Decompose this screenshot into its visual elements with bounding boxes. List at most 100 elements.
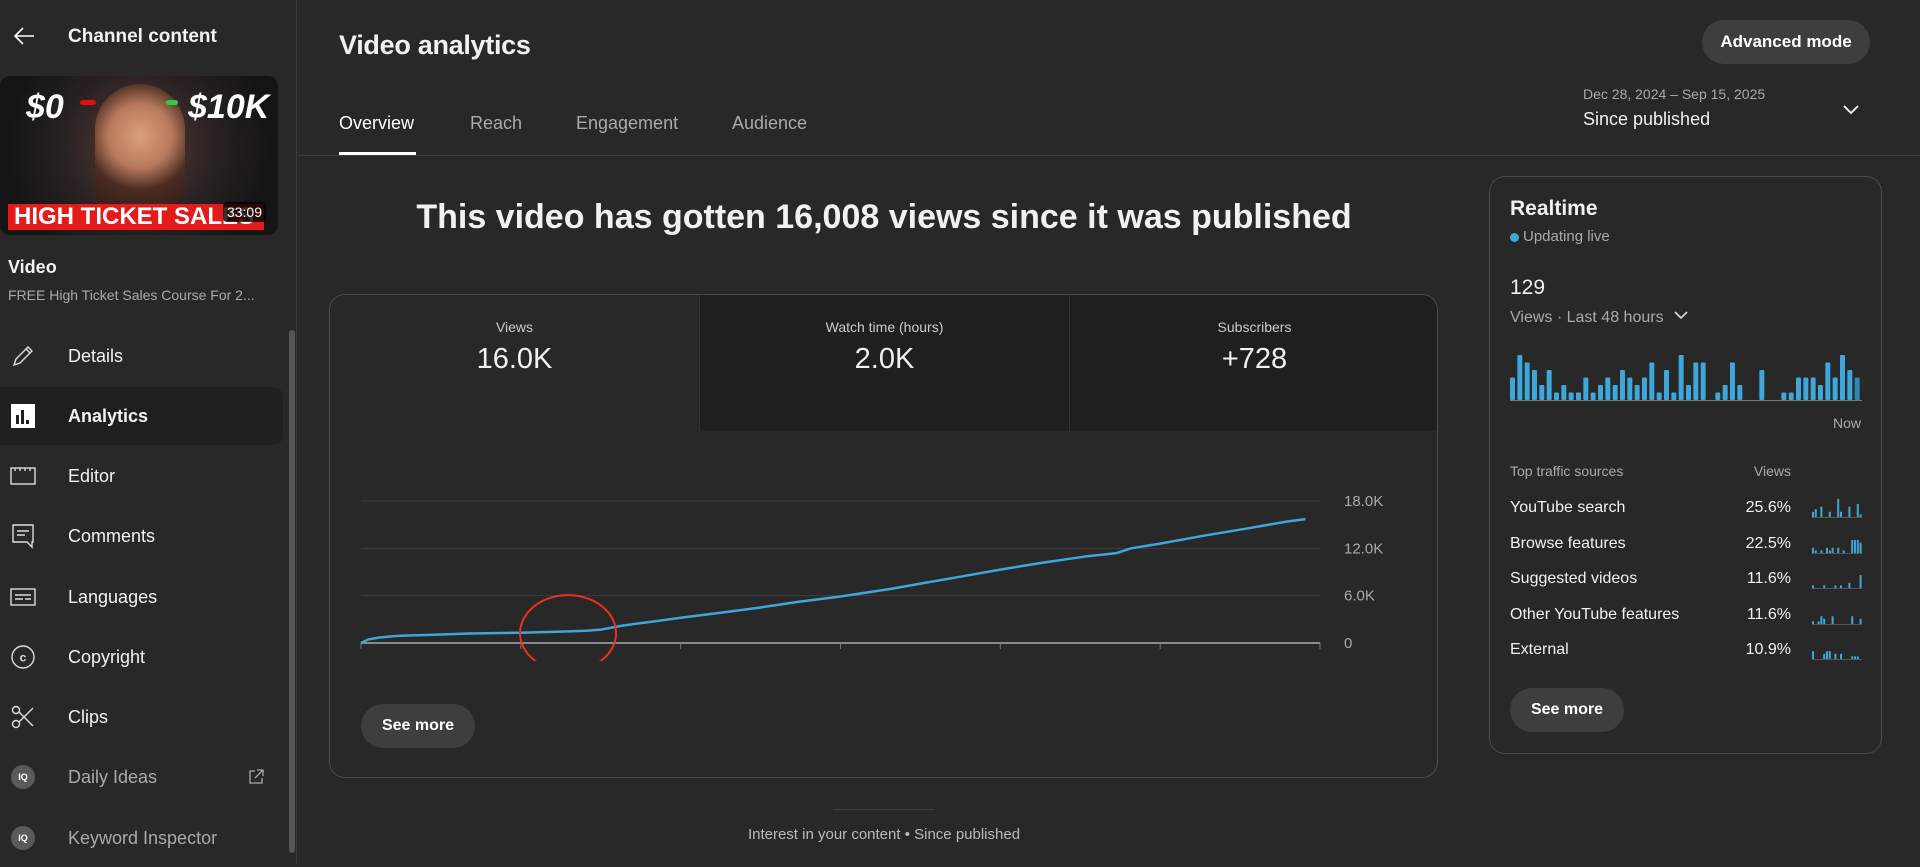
realtime-bar: [1546, 370, 1552, 400]
sparkline-bar: [1828, 651, 1831, 659]
realtime-bar: [1854, 377, 1860, 400]
traffic-source-name: Browse features: [1510, 534, 1626, 552]
traffic-source-percent: 22.5%: [1745, 534, 1791, 552]
annotation-circle: [519, 594, 618, 661]
traffic-source-name: External: [1510, 641, 1569, 658]
realtime-bar: [1612, 385, 1618, 400]
realtime-bar: [1605, 377, 1611, 400]
tab-reach[interactable]: Reach: [470, 113, 522, 134]
scissors-icon: [11, 705, 34, 729]
live-dot-icon: [1510, 233, 1519, 242]
traffic-source-name: Suggested videos: [1510, 570, 1638, 587]
sidebar-item-clips[interactable]: Clips: [0, 688, 283, 746]
sidebar-item-keyword-inspector[interactable]: IQ Keyword Inspector: [0, 809, 283, 867]
sidebar-item-label: Editor: [68, 465, 116, 486]
see-more-button[interactable]: See more: [361, 704, 475, 748]
tab-audience[interactable]: Audience: [732, 113, 807, 134]
sparkline-bar: [1840, 511, 1842, 517]
back-arrow-icon[interactable]: [10, 22, 38, 50]
sidebar-item-comments[interactable]: Comments: [0, 507, 283, 565]
realtime-bar: [1568, 392, 1574, 400]
traffic-source-name: YouTube search: [1510, 499, 1626, 516]
x-tick-label: 176: [988, 659, 1013, 661]
tab-engagement[interactable]: Engagement: [576, 113, 678, 134]
thumbnail-green-dash: [166, 100, 178, 105]
metric-tab-views[interactable]: Views 16.0K: [330, 295, 700, 431]
realtime-bar: [1598, 385, 1603, 400]
realtime-bar: [1693, 362, 1699, 400]
realtime-bar: [1583, 377, 1589, 400]
sidebar-item-daily-ideas[interactable]: IQ Daily Ideas: [0, 748, 283, 806]
sparkline-bar: [1831, 547, 1834, 553]
x-tick-label: 88: [672, 659, 689, 661]
analytics-icon: [11, 404, 35, 428]
video-thumbnail[interactable]: $0 $10K HIGH TICKET SALES 33:09: [0, 76, 278, 235]
pencil-icon: [12, 346, 33, 367]
realtime-bar: [1554, 392, 1559, 400]
x-tick-label: 132: [828, 659, 853, 661]
realtime-bar: [1678, 355, 1684, 400]
y-tick-label: 18.0K: [1344, 493, 1383, 510]
sidebar-item-analytics[interactable]: Analytics: [0, 387, 283, 445]
realtime-period-selector[interactable]: Views · Last 48 hours: [1510, 308, 1690, 327]
traffic-source-percent: 11.6%: [1746, 570, 1791, 587]
sparkline-bar: [1812, 585, 1814, 588]
metric-label: Views: [495, 319, 534, 335]
chevron-down-icon: [1674, 311, 1688, 320]
sparkline-bar: [1842, 549, 1845, 553]
sparkline-bar: [1831, 615, 1834, 624]
sparkline-bar: [1840, 585, 1842, 588]
views-series-line: [360, 517, 1306, 645]
realtime-period: Views · Last 48 hours: [1510, 309, 1664, 326]
realtime-bar: [1700, 362, 1706, 400]
metric-label: Subscribers: [1217, 319, 1292, 335]
sidebar-item-languages[interactable]: Languages: [0, 568, 283, 626]
video-label: Video: [8, 257, 57, 277]
thumbnail-text-right: $10K: [188, 88, 270, 126]
sparkline-bar: [1820, 615, 1823, 624]
realtime-bar: [1517, 355, 1523, 400]
sparkline-bar: [1812, 651, 1814, 659]
realtime-bar: [1664, 370, 1669, 400]
sparkline-bar: [1814, 509, 1817, 517]
tab-overview[interactable]: Overview: [339, 113, 414, 134]
sparkline-bar: [1826, 651, 1828, 659]
sparkline-bar: [1859, 542, 1862, 553]
thumbnail-red-dash: [80, 100, 96, 105]
metric-tab-subscribers[interactable]: Subscribers +728: [1070, 295, 1437, 431]
realtime-bar: [1510, 377, 1515, 400]
realtime-bar: [1832, 377, 1838, 400]
sparkline-bar: [1817, 620, 1820, 624]
metric-tab-watch-time[interactable]: Watch time (hours) 2.0K: [700, 295, 1070, 431]
traffic-source-name: Other YouTube features: [1510, 605, 1680, 623]
sparkline-bar: [1854, 539, 1856, 553]
sidebar-scrollbar[interactable]: [289, 330, 295, 853]
realtime-bar: [1590, 392, 1596, 400]
sidebar-item-label: Details: [68, 345, 124, 366]
sparkline-bar: [1837, 547, 1840, 553]
sidebar-item-copyright[interactable]: c Copyright: [0, 628, 283, 686]
chevron-down-icon[interactable]: [1840, 98, 1862, 120]
date-range[interactable]: Dec 28, 2024 – Sep 15, 2025: [1583, 86, 1765, 102]
page-title: Video analytics: [339, 30, 531, 60]
metric-value: 16.0K: [476, 343, 553, 375]
sparkline-bar: [1856, 504, 1859, 517]
realtime-see-more-button[interactable]: See more: [1510, 688, 1624, 732]
sidebar-item-details[interactable]: Details: [0, 327, 283, 385]
x-tick-label: 0: [361, 659, 369, 661]
sidebar-item-label: Analytics: [68, 405, 149, 426]
traffic-source-sparkline: [1812, 615, 1862, 625]
views-line-chart: 0 6.0K 12.0K 18.0K 0 44 88 132 176 220 264 days: [360, 493, 1383, 661]
advanced-mode-button[interactable]: Advanced mode: [1702, 20, 1870, 64]
realtime-count: 129: [1510, 276, 1546, 299]
video-title[interactable]: FREE High Ticket Sales Course For 2...: [8, 287, 278, 303]
sparkline-bar: [1840, 653, 1842, 659]
realtime-bar: [1788, 392, 1794, 400]
sparkline-bar: [1859, 618, 1862, 624]
sparkline-bar: [1837, 498, 1840, 517]
realtime-bar: [1634, 385, 1640, 400]
traffic-source-sparkline: [1812, 651, 1862, 660]
sidebar-item-editor[interactable]: Editor: [0, 447, 283, 505]
sidebar-item-label: Keyword Inspector: [68, 827, 218, 848]
period-selector[interactable]: Since published: [1583, 109, 1710, 130]
